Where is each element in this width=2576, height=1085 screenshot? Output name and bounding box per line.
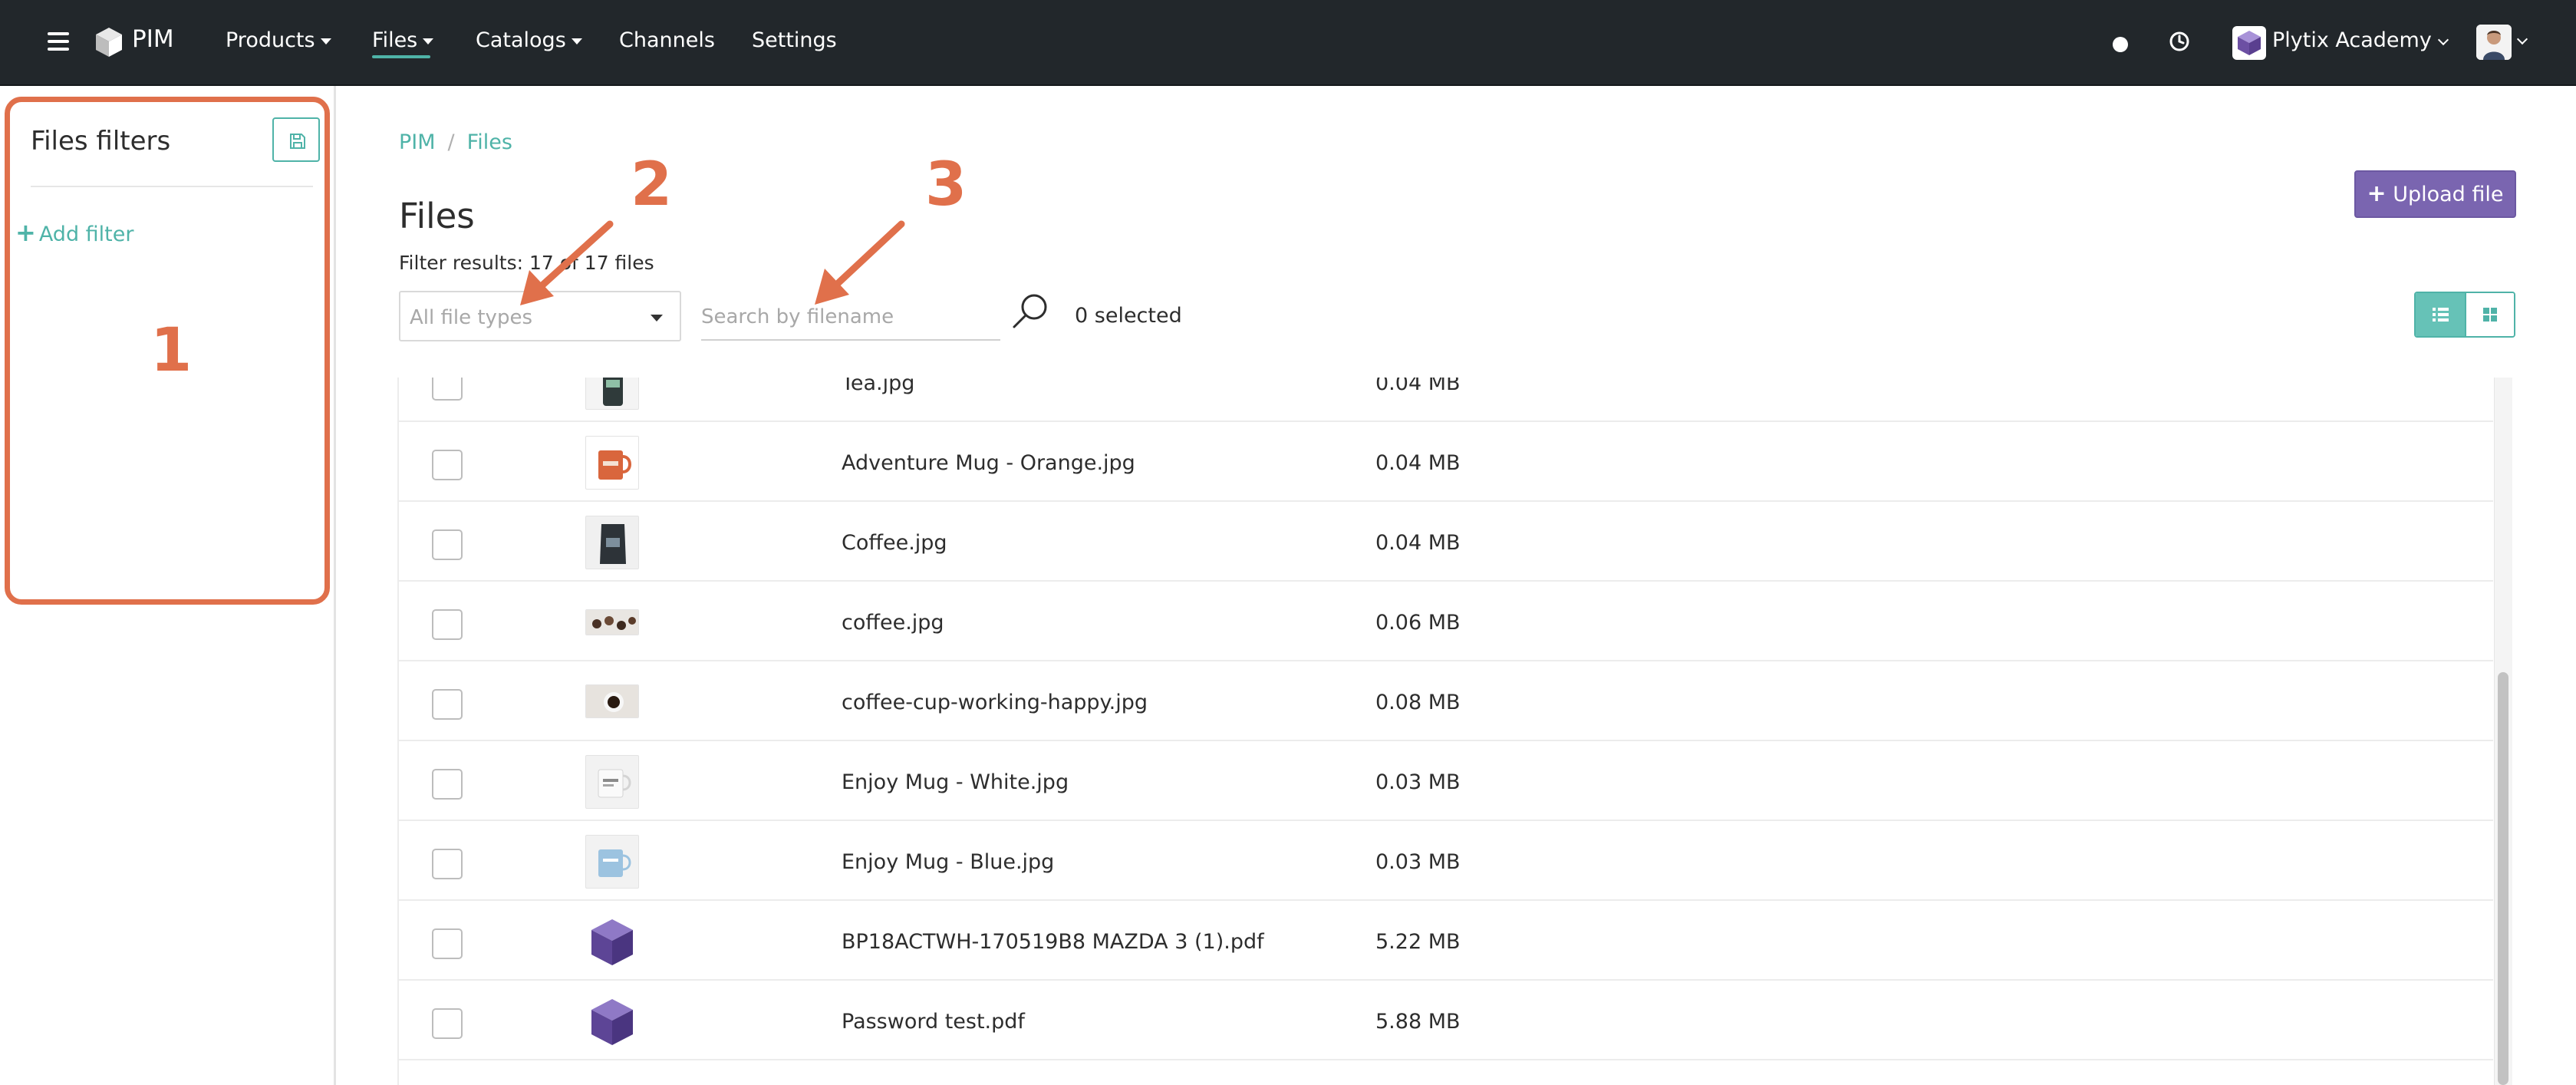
nav-settings[interactable]: Settings [752, 28, 837, 52]
breadcrumb: PIM / Files [399, 130, 512, 154]
nav-catalogs-label: Catalogs [476, 28, 566, 52]
row-checkbox[interactable] [432, 849, 463, 879]
nav-files-label: Files [372, 28, 418, 52]
file-name[interactable]: Tea.jpg [842, 378, 914, 395]
caret-down-icon [571, 38, 582, 45]
selected-count: 0 selected [1075, 304, 1182, 328]
file-name[interactable]: Coffee.jpg [842, 531, 947, 555]
file-thumbnail[interactable] [585, 378, 639, 410]
file-name[interactable]: Enjoy Mug - Blue.jpg [842, 850, 1054, 874]
annotation-number: 3 [925, 150, 967, 219]
file-name[interactable]: BP18ACTWH-170519B8 MAZDA 3 (1).pdf [842, 930, 1264, 954]
table-row[interactable]: coffee.jpg 0.06 MB [399, 582, 2493, 661]
account-name: Plytix Academy [2272, 28, 2432, 52]
file-thumbnail[interactable] [585, 436, 639, 490]
table-row[interactable]: Adventure Mug - Orange.jpg 0.04 MB [399, 422, 2493, 502]
chevron-down-icon[interactable] [2516, 33, 2528, 45]
row-checkbox[interactable] [432, 450, 463, 480]
file-thumbnail[interactable] [585, 684, 639, 718]
row-checkbox[interactable] [432, 1008, 463, 1039]
row-checkbox[interactable] [432, 769, 463, 800]
clock-icon[interactable] [2169, 31, 2190, 52]
list-view-button[interactable] [2416, 293, 2465, 336]
file-thumbnail[interactable] [585, 516, 639, 569]
list-icon [2433, 308, 2449, 322]
breadcrumb-pim[interactable]: PIM [399, 130, 436, 154]
file-thumbnail[interactable] [585, 755, 639, 809]
row-checkbox[interactable] [432, 689, 463, 720]
file-type-select[interactable]: All file types [399, 291, 681, 341]
nav-active-indicator [372, 55, 430, 58]
caret-down-icon [651, 315, 663, 322]
caret-down-icon [320, 38, 331, 45]
file-size: 0.04 MB [1375, 531, 1461, 555]
scrollbar-thumb[interactable] [2498, 672, 2508, 1085]
nav-channels-label: Channels [619, 28, 715, 52]
table-row[interactable]: Coffee.jpg 0.04 MB [399, 502, 2493, 582]
nav-channels[interactable]: Channels [619, 28, 715, 52]
file-type-select-value: All file types [410, 306, 532, 329]
annotation-number: 1 [150, 316, 193, 385]
search-icon[interactable] [1011, 292, 1051, 331]
status-dot-icon[interactable] [2113, 37, 2128, 52]
plus-icon: + [2367, 180, 2387, 207]
nav-catalogs[interactable]: Catalogs [476, 28, 582, 52]
file-name[interactable]: Enjoy Mug - White.jpg [842, 770, 1069, 794]
table-row[interactable]: Enjoy Mug - White.jpg 0.03 MB [399, 741, 2493, 821]
table-row[interactable]: Enjoy Mug - Blue.jpg 0.03 MB [399, 821, 2493, 901]
row-checkbox[interactable] [432, 609, 463, 640]
breadcrumb-separator: / [447, 130, 455, 154]
grid-view-button[interactable] [2465, 293, 2514, 336]
row-checkbox[interactable] [432, 928, 463, 959]
file-name[interactable]: Adventure Mug - Orange.jpg [842, 451, 1135, 475]
brand-label[interactable]: PIM [132, 25, 174, 53]
filter-results-text: Filter results: 17 of 17 files [399, 252, 654, 274]
pdf-cube-icon[interactable] [585, 994, 639, 1048]
pim-logo-icon[interactable] [94, 26, 124, 58]
nav-files[interactable]: Files [372, 28, 434, 52]
table-row[interactable]: Password test.pdf 5.88 MB [399, 981, 2493, 1060]
file-thumbnail[interactable] [585, 609, 639, 635]
file-name[interactable]: Password test.pdf [842, 1010, 1025, 1034]
view-toggle [2414, 292, 2515, 338]
files-table: Tea.jpg 0.04 MB Adventure Mug - Orange.j… [399, 378, 2493, 1085]
table-row[interactable]: coffee-cup-working-happy.jpg 0.08 MB [399, 661, 2493, 741]
user-avatar[interactable] [2476, 25, 2512, 60]
table-row[interactable]: BP18ACTWH-170519B8 MAZDA 3 (1).pdf 5.22 … [399, 901, 2493, 981]
file-size: 5.22 MB [1375, 930, 1461, 954]
file-size: 0.03 MB [1375, 850, 1461, 874]
nav-products-label: Products [226, 28, 315, 52]
file-size: 5.88 MB [1375, 1010, 1461, 1034]
account-cube-icon[interactable] [2232, 26, 2266, 60]
row-checkbox[interactable] [432, 378, 463, 401]
upload-file-button[interactable]: + Upload file [2354, 170, 2516, 218]
upload-file-label: Upload file [2393, 183, 2504, 206]
top-navigation-bar: PIM Products Files Catalogs Channels Set… [0, 0, 2576, 86]
file-size: 0.03 MB [1375, 770, 1461, 794]
file-size: 0.08 MB [1375, 691, 1461, 714]
grid-icon [2483, 308, 2497, 322]
breadcrumb-files[interactable]: Files [467, 130, 512, 154]
file-thumbnail[interactable] [585, 835, 639, 889]
row-checkbox[interactable] [432, 529, 463, 560]
annotation-number: 2 [631, 150, 673, 219]
pdf-cube-icon[interactable] [585, 915, 639, 968]
file-size: 0.04 MB [1375, 378, 1461, 395]
caret-down-icon [423, 38, 434, 45]
nav-products[interactable]: Products [226, 28, 331, 52]
nav-settings-label: Settings [752, 28, 837, 52]
file-name[interactable]: coffee.jpg [842, 611, 944, 635]
chevron-down-icon [2437, 34, 2449, 46]
file-name[interactable]: coffee-cup-working-happy.jpg [842, 691, 1148, 714]
menu-icon[interactable] [48, 32, 69, 51]
page-title: Files [399, 196, 475, 236]
search-filename-input[interactable] [701, 295, 1000, 341]
file-size: 0.04 MB [1375, 451, 1461, 475]
account-switcher[interactable]: Plytix Academy [2272, 28, 2449, 52]
file-size: 0.06 MB [1375, 611, 1461, 635]
table-row[interactable]: Tea.jpg 0.04 MB [399, 378, 2493, 422]
